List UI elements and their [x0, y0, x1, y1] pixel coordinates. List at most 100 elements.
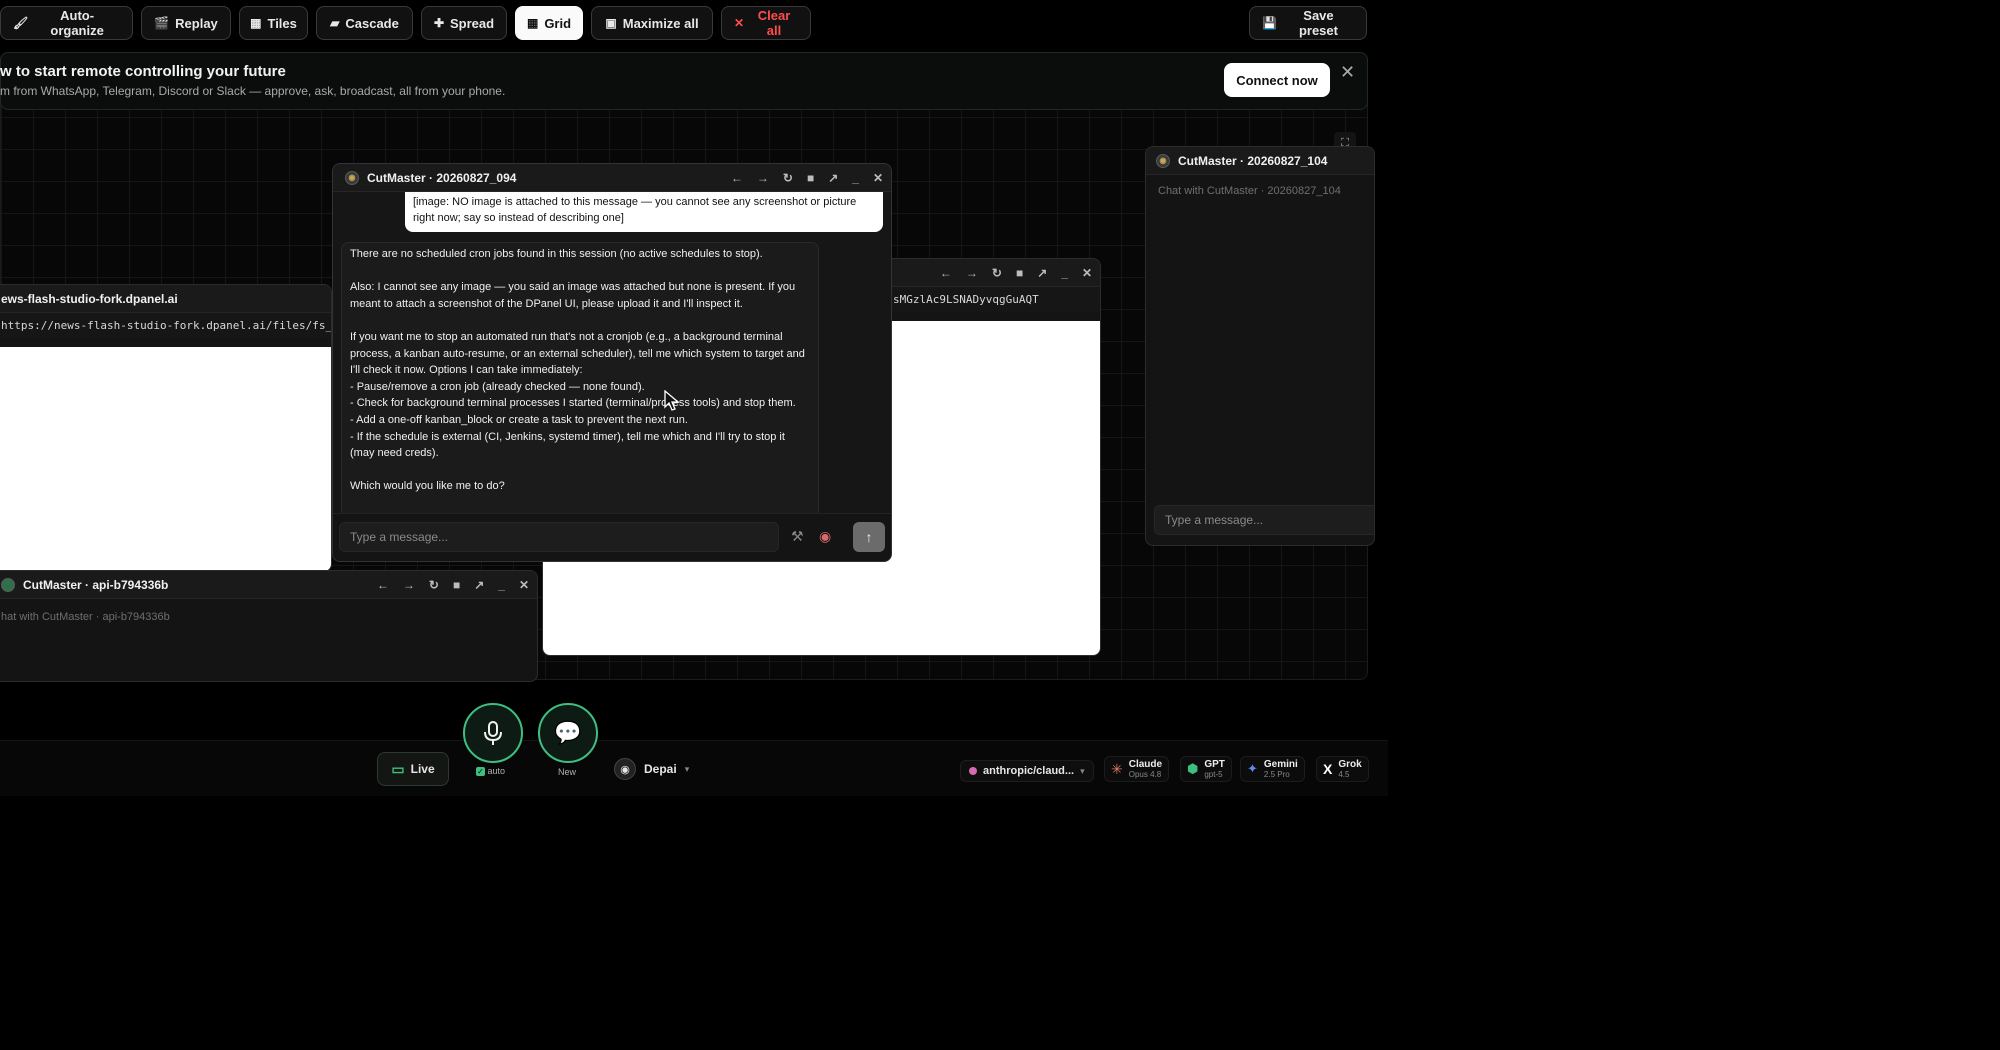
- forward-icon[interactable]: →: [757, 171, 769, 185]
- maximize-all-label: Maximize all: [622, 15, 699, 31]
- chevron-down-icon: ▾: [684, 763, 690, 774]
- banner-close-icon[interactable]: ✕: [1340, 62, 1355, 83]
- model-chip-gemini[interactable]: ✦ Gemini 2.5 Pro: [1240, 756, 1305, 782]
- maximize-all-button[interactable]: ▣ Maximize all: [591, 6, 713, 40]
- checkbox-icon[interactable]: ✓: [476, 767, 485, 776]
- claude-icon: ✳: [1111, 760, 1123, 777]
- browser-content[interactable]: [0, 347, 331, 571]
- assistant-message: There are no scheduled cron jobs found i…: [341, 242, 819, 518]
- cascade-icon: ▰: [330, 16, 340, 30]
- tiles-button[interactable]: ▦ Tiles: [239, 6, 308, 40]
- model-version: 4.5: [1338, 770, 1350, 779]
- agent-selector[interactable]: ◉ Depai ▾: [614, 758, 689, 780]
- tiles-icon: ▦: [250, 16, 262, 30]
- model-selector-label: anthropic/claud...: [983, 765, 1075, 777]
- save-preset-label: Save preset: [1298, 8, 1338, 38]
- close-icon: ✕: [734, 16, 745, 30]
- window-titlebar[interactable]: ◉ CutMaster · 20260827_094 ← → ↻ ■ ↗ _ ✕: [333, 164, 891, 192]
- model-chip-gpt[interactable]: ⬢ GPT gpt-5: [1180, 756, 1232, 782]
- maximize-icon: ▣: [605, 16, 617, 30]
- model-chip-claude[interactable]: ✳ Claude Opus 4.8: [1104, 756, 1170, 782]
- back-icon[interactable]: ←: [377, 578, 389, 592]
- grok-icon: X: [1323, 761, 1333, 777]
- tv-icon: ▭: [391, 760, 405, 777]
- popout-icon[interactable]: ↗: [1037, 266, 1047, 280]
- stop-icon[interactable]: ■: [807, 171, 814, 185]
- back-icon[interactable]: ←: [731, 171, 743, 185]
- reload-icon[interactable]: ↻: [992, 266, 1002, 280]
- chat-window-094: ◉ CutMaster · 20260827_094 ← → ↻ ■ ↗ _ ✕…: [332, 163, 892, 562]
- minimize-icon[interactable]: _: [1061, 266, 1068, 280]
- popout-icon[interactable]: ↗: [828, 171, 838, 185]
- window-title: ews-flash-studio-fork.dpanel.ai: [1, 291, 178, 306]
- mouse-cursor-icon: [664, 390, 680, 411]
- grid-button[interactable]: ▦ Grid: [515, 6, 583, 40]
- close-icon[interactable]: ✕: [519, 578, 529, 592]
- agent-avatar: ◉: [1156, 153, 1170, 168]
- window-title: CutMaster · 20260827_104: [1178, 153, 1328, 168]
- clear-all-label: Clear all: [757, 8, 791, 38]
- stop-icon[interactable]: ■: [453, 578, 460, 592]
- window-titlebar[interactable]: CutMaster · api-b794336b ← → ↻ ■ ↗ _ ✕: [0, 571, 537, 599]
- auto-label: auto: [487, 766, 506, 776]
- popout-icon[interactable]: ↗: [474, 578, 484, 592]
- window-title: CutMaster · api-b794336b: [23, 577, 169, 592]
- save-preset-button[interactable]: 💾 Save preset: [1249, 6, 1367, 40]
- model-name: Grok: [1338, 759, 1362, 770]
- window-title: CutMaster · 20260827_094: [367, 170, 517, 185]
- replay-button[interactable]: 🎬 Replay: [141, 6, 231, 40]
- floppy-icon: 💾: [1262, 16, 1277, 30]
- brush-icon: 🖌: [13, 16, 29, 30]
- send-button[interactable]: ↑: [853, 522, 885, 552]
- clapper-icon: 🎬: [154, 16, 170, 30]
- spread-button[interactable]: ✚ Spread: [421, 6, 507, 40]
- live-button[interactable]: ▭ Live: [377, 752, 449, 786]
- spread-icon: ✚: [433, 16, 444, 30]
- palette-icon[interactable]: ◉: [819, 528, 831, 545]
- live-label: Live: [410, 762, 435, 776]
- microphone-button[interactable]: [463, 703, 523, 763]
- agent-avatar: [1, 577, 15, 592]
- gpt-icon: ⬢: [1187, 761, 1199, 776]
- gemini-icon: ✦: [1247, 761, 1258, 776]
- auto-organize-label: Auto-organize: [50, 8, 104, 38]
- chat-messages[interactable]: [image: NO image is attached to this mes…: [333, 192, 891, 518]
- forward-icon[interactable]: →: [403, 578, 415, 592]
- model-selector[interactable]: anthropic/claud... ▾: [960, 760, 1094, 782]
- model-chip-grok[interactable]: X Grok 4.5: [1316, 756, 1369, 782]
- auto-toggle[interactable]: ✓ auto: [476, 766, 505, 776]
- chat-empty-placeholder: Chat with CutMaster · 20260827_104: [1158, 185, 1341, 197]
- model-name: Claude: [1128, 759, 1163, 770]
- window-titlebar[interactable]: ◉ CutMaster · 20260827_104: [1146, 147, 1374, 175]
- message-input[interactable]: [1154, 505, 1374, 535]
- window-controls: ← → ↻ ■ ↗ _ ✕: [940, 266, 1092, 280]
- back-icon[interactable]: ←: [940, 266, 952, 280]
- forward-icon[interactable]: →: [966, 266, 978, 280]
- model-version: Opus 4.8: [1128, 770, 1162, 779]
- replay-label: Replay: [175, 15, 218, 31]
- reload-icon[interactable]: ↻: [783, 171, 793, 185]
- minimize-icon[interactable]: _: [852, 171, 859, 185]
- clear-all-button[interactable]: ✕ Clear all: [721, 6, 811, 40]
- message-input[interactable]: [339, 522, 779, 552]
- url-bar[interactable]: https://news-flash-studio-fork.dpanel.ai…: [0, 313, 331, 338]
- banner-title: w to start remote controlling your futur…: [0, 63, 286, 80]
- connect-now-button[interactable]: Connect now: [1224, 63, 1330, 97]
- new-chat-button[interactable]: 💬: [538, 703, 598, 763]
- cascade-button[interactable]: ▰ Cascade: [316, 6, 413, 40]
- spread-label: Spread: [450, 15, 495, 31]
- reload-icon[interactable]: ↻: [429, 578, 439, 592]
- window-controls: ← → ↻ ■ ↗ _ ✕: [377, 578, 529, 592]
- auto-organize-button[interactable]: 🖌 Auto-organize: [0, 6, 133, 40]
- chat-empty-placeholder: hat with CutMaster · api-b794336b: [1, 611, 170, 623]
- grid-label: Grid: [544, 15, 572, 31]
- minimize-icon[interactable]: _: [498, 578, 505, 592]
- close-icon[interactable]: ✕: [1082, 266, 1092, 280]
- wand-icon[interactable]: ⚒: [791, 528, 804, 545]
- tiles-label: Tiles: [267, 15, 297, 31]
- model-version: gpt-5: [1204, 770, 1223, 779]
- stop-icon[interactable]: ■: [1016, 266, 1023, 280]
- close-icon[interactable]: ✕: [873, 171, 883, 185]
- banner-subtitle: m from WhatsApp, Telegram, Discord or Sl…: [0, 84, 506, 98]
- window-titlebar[interactable]: ews-flash-studio-fork.dpanel.ai: [0, 285, 331, 313]
